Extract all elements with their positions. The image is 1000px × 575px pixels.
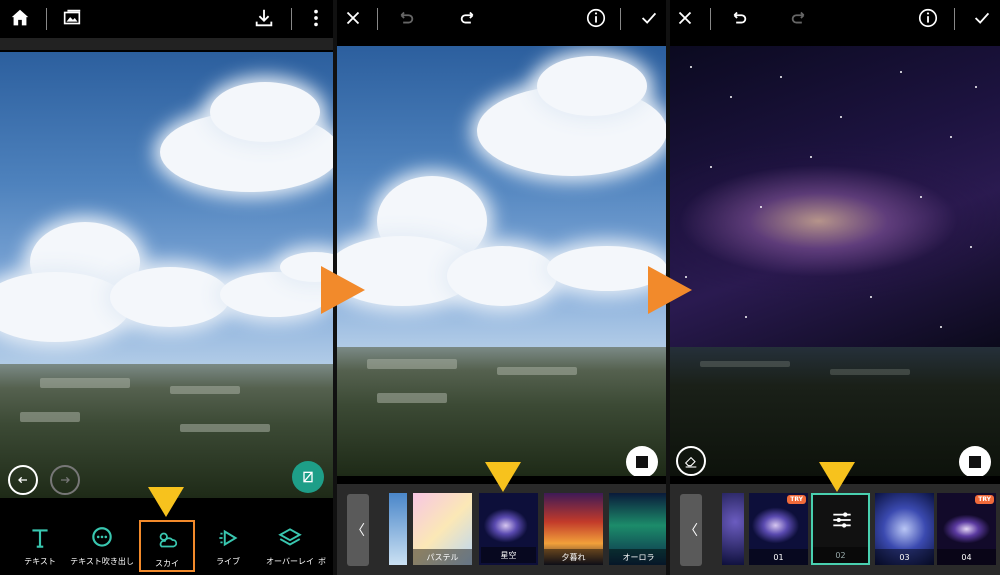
tool-label: テキスト bbox=[24, 557, 56, 566]
pointer-arrow-down bbox=[148, 487, 184, 517]
info-icon[interactable] bbox=[916, 6, 940, 30]
partial-tool[interactable]: ボ bbox=[312, 520, 332, 572]
preset-thumb-04[interactable]: TRY 04 bbox=[937, 493, 996, 565]
sky-thumb-sunset[interactable]: 夕暮れ bbox=[544, 493, 603, 565]
close-icon[interactable] bbox=[341, 6, 365, 30]
speech-bubble-icon bbox=[92, 527, 112, 547]
compare-icon[interactable] bbox=[292, 461, 324, 493]
photo-canvas[interactable] bbox=[670, 46, 1000, 476]
thumb-label: 夕暮れ bbox=[544, 549, 603, 565]
stop-icon[interactable] bbox=[626, 446, 658, 476]
photo-canvas[interactable] bbox=[0, 52, 333, 498]
live-icon bbox=[219, 529, 238, 547]
thumb-label: 星空 bbox=[481, 547, 536, 563]
eraser-icon[interactable] bbox=[676, 446, 706, 476]
speech-bubble-tool[interactable]: テキスト吹き出し bbox=[70, 520, 134, 572]
tool-label: ボ bbox=[318, 557, 326, 566]
thumb-label: 02 bbox=[813, 547, 868, 563]
partial-icon bbox=[312, 525, 332, 551]
top-bar bbox=[670, 0, 1000, 36]
tool-label: オーバーレイ bbox=[266, 557, 314, 566]
preset-thumb-02[interactable]: 02 bbox=[811, 493, 870, 565]
sky-thumb-aurora[interactable]: オーロラ bbox=[609, 493, 666, 565]
try-badge: TRY bbox=[787, 495, 806, 504]
try-badge: TRY bbox=[975, 495, 994, 504]
home-icon[interactable] bbox=[8, 6, 32, 30]
more-icon[interactable] bbox=[304, 6, 328, 30]
preset-thumb-03[interactable]: 03 bbox=[875, 493, 934, 565]
thumb-label: 04 bbox=[937, 549, 996, 565]
stop-icon[interactable] bbox=[959, 446, 991, 476]
info-icon[interactable] bbox=[584, 6, 608, 30]
tool-label: スカイ bbox=[155, 559, 179, 568]
preset-selector-strip: 〈 TRY 01 02 03 TRY 04 bbox=[670, 484, 1000, 575]
top-bar bbox=[337, 0, 666, 36]
back-chevron-icon[interactable]: 〈 bbox=[680, 494, 702, 566]
text-tool[interactable]: テキスト bbox=[12, 520, 68, 572]
sky-icon bbox=[159, 532, 178, 548]
back-chevron-icon[interactable]: 〈 bbox=[347, 494, 369, 566]
step-arrow-right bbox=[648, 266, 692, 314]
close-icon[interactable] bbox=[673, 6, 697, 30]
top-bar bbox=[0, 0, 333, 36]
sky-thumb-partial[interactable] bbox=[389, 493, 407, 565]
gallery-icon[interactable] bbox=[60, 6, 84, 30]
undo-icon[interactable] bbox=[726, 6, 750, 30]
thumb-label: 01 bbox=[749, 549, 808, 565]
tool-label: テキスト吹き出し bbox=[70, 557, 134, 566]
sky-selector-strip: 〈 パステル 星空 夕暮れ オーロラ bbox=[337, 484, 666, 575]
tool-label: ライブ bbox=[216, 557, 240, 566]
undo-icon[interactable] bbox=[8, 465, 38, 495]
pointer-arrow-down bbox=[819, 462, 855, 492]
live-tool[interactable]: ライブ bbox=[200, 520, 256, 572]
overlay-icon bbox=[278, 528, 302, 546]
sky-tool[interactable]: スカイ bbox=[139, 520, 195, 572]
undo-icon[interactable] bbox=[393, 6, 417, 30]
redo-icon[interactable] bbox=[50, 465, 80, 495]
text-icon bbox=[32, 529, 48, 548]
download-icon[interactable] bbox=[252, 6, 276, 30]
redo-icon[interactable] bbox=[457, 6, 481, 30]
confirm-icon[interactable] bbox=[637, 6, 661, 30]
adjust-sliders-icon bbox=[833, 512, 851, 528]
thumb-label: 03 bbox=[875, 549, 934, 565]
overlay-tool[interactable]: オーバーレイ bbox=[262, 520, 318, 572]
preset-thumb-01[interactable]: TRY 01 bbox=[749, 493, 808, 565]
step-arrow-right bbox=[321, 266, 365, 314]
thumb-label: パステル bbox=[413, 549, 472, 565]
sky-thumb-pastel[interactable]: パステル bbox=[413, 493, 472, 565]
sky-thumb-starry[interactable]: 星空 bbox=[479, 493, 538, 565]
pointer-arrow-down bbox=[485, 462, 521, 492]
confirm-icon[interactable] bbox=[970, 6, 994, 30]
redo-icon[interactable] bbox=[788, 6, 812, 30]
bottom-toolbar: テキスト テキスト吹き出し スカイ ライブ オーバーレイ ボ bbox=[0, 515, 333, 575]
preset-thumb-partial[interactable] bbox=[722, 493, 744, 565]
thumb-label: オーロラ bbox=[609, 549, 666, 565]
photo-canvas[interactable] bbox=[337, 46, 666, 476]
